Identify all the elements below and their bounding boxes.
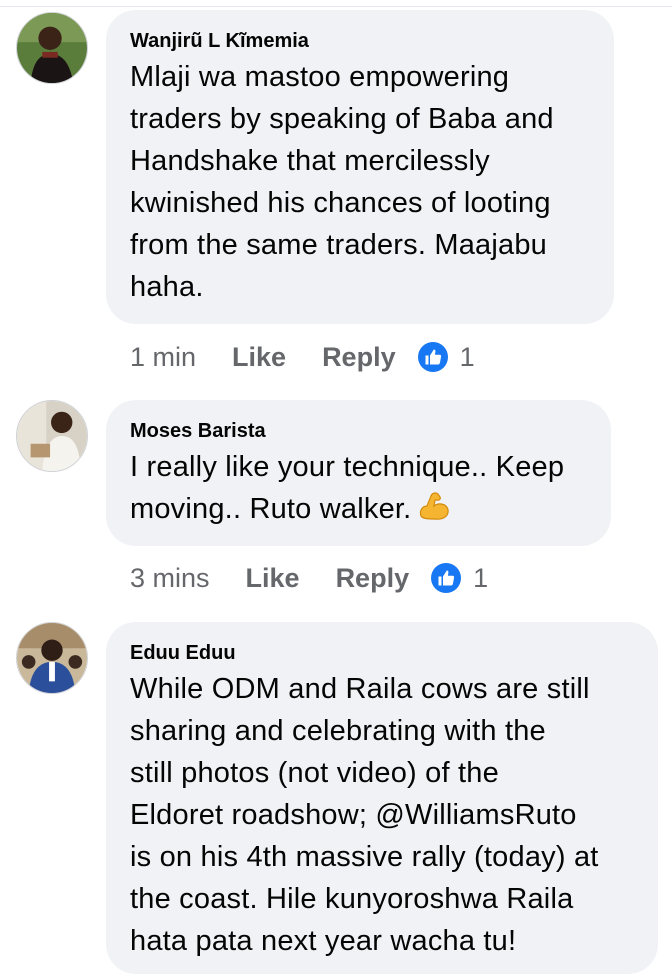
reaction-count: 1 — [459, 341, 475, 372]
comment-actions: 3 mins Like Reply 1 — [130, 561, 488, 595]
comment-line: from the same traders. Maajabu — [130, 229, 548, 261]
reaction-summary[interactable]: 1 — [417, 341, 475, 373]
comment-line: hata pata next year wacha tu! — [130, 925, 517, 957]
comment-line: Handshake that mercilessly — [130, 145, 490, 177]
comment-bubble: Moses Barista I really like your techniq… — [106, 400, 611, 546]
comment-line: sharing and celebrating with the — [130, 715, 546, 747]
avatar[interactable] — [16, 400, 88, 472]
reaction-summary[interactable]: 1 — [431, 563, 488, 594]
comment-text: While ODM and Raila cows are still shari… — [130, 668, 634, 962]
thumbs-up-icon — [417, 342, 448, 372]
comment-timestamp[interactable]: 3 mins — [130, 563, 210, 594]
profile-photo-icon — [17, 13, 87, 83]
comment-line: kwinished his chances of looting — [130, 187, 551, 219]
reaction-count: 1 — [473, 562, 489, 593]
comment-text: Mlaji wa mastoo empowering traders by sp… — [130, 56, 590, 308]
profile-photo-icon — [17, 401, 87, 471]
comment-line: is on his 4th massive rally (today) at — [130, 841, 599, 873]
comment-author[interactable]: Eduu Eduu — [130, 642, 634, 664]
profile-photo-icon — [17, 623, 87, 693]
comment-line: still photos (not video) of the — [130, 757, 499, 789]
comment-line: haha. — [130, 271, 204, 303]
top-divider — [0, 0, 672, 7]
comment-line: Eldoret roadshow; @WilliamsRuto — [130, 799, 577, 831]
comment-line: Mlaji wa mastoo empowering — [130, 61, 510, 93]
reply-button[interactable]: Reply — [322, 342, 396, 373]
avatar[interactable] — [16, 12, 88, 84]
thumbs-up-icon — [431, 563, 462, 593]
comment-line: traders by speaking of Baba and — [130, 103, 554, 135]
comment-line: moving.. Ruto walker. — [130, 493, 412, 525]
comment-line: the coast. Hile kunyoroshwa Raila — [130, 883, 574, 915]
comment-actions: 1 min Like Reply 1 — [130, 340, 475, 374]
reply-button[interactable]: Reply — [336, 563, 410, 594]
flexed-biceps-icon — [417, 488, 451, 534]
like-button[interactable]: Like — [246, 563, 300, 594]
comment-line: I really like your technique.. Keep — [130, 451, 565, 483]
like-button[interactable]: Like — [232, 342, 286, 373]
avatar[interactable] — [16, 622, 88, 694]
comment-author[interactable]: Wanjirũ L Kĩmemia — [130, 30, 590, 52]
comment-text: I really like your technique.. Keep movi… — [130, 446, 587, 534]
comment-bubble: Eduu Eduu While ODM and Raila cows are s… — [106, 622, 658, 974]
comment-line: While ODM and Raila cows are still — [130, 673, 590, 705]
comment-bubble: Wanjirũ L Kĩmemia Mlaji wa mastoo empowe… — [106, 10, 614, 324]
comment-author[interactable]: Moses Barista — [130, 420, 587, 442]
comment-timestamp[interactable]: 1 min — [130, 342, 196, 373]
